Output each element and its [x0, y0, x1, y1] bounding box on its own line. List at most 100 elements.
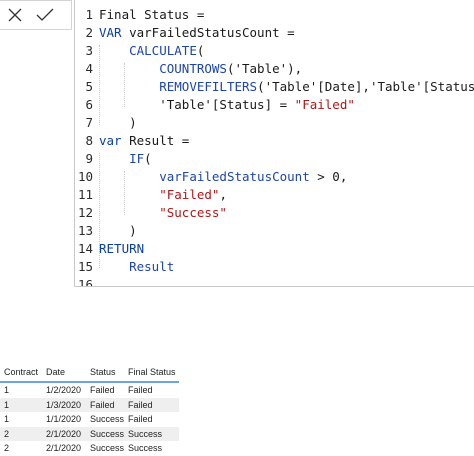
close-icon: [8, 8, 22, 22]
column-header-contract[interactable]: Contract: [0, 362, 42, 383]
line-number: 10: [77, 169, 93, 184]
line-number: 16: [77, 277, 93, 287]
code-token: > 0,: [309, 169, 348, 184]
code-token: COUNTROWS: [159, 61, 227, 76]
code-token: RETURN: [99, 241, 145, 256]
line-number: 7: [85, 115, 93, 130]
cell-final-status: Success: [124, 426, 180, 441]
code-text: varFailedStatusCount > 0,: [99, 168, 347, 186]
commit-button[interactable]: [30, 0, 60, 30]
table-row: 1 1/1/2020 Success Failed: [0, 412, 179, 427]
cell-date: 2/1/2020: [46, 443, 82, 454]
cell-date: 1/1/2020: [46, 414, 82, 425]
code-token: Result: [129, 259, 175, 274]
code-token: var: [99, 133, 122, 148]
formula-bar-buttons: [0, 0, 72, 30]
cell-final-status: Success: [128, 443, 163, 454]
line-number: 8: [85, 133, 93, 148]
code-token: IF: [129, 151, 145, 166]
column-header-date[interactable]: Date: [42, 362, 86, 383]
code-token: (: [196, 43, 205, 58]
code-text: VAR varFailedStatusCount =: [99, 24, 295, 42]
code-text: ): [99, 222, 137, 240]
line-number: 15: [77, 259, 93, 274]
code-text: 'Table'[Status] = "Failed": [99, 96, 355, 114]
code-token: Final Status =: [99, 7, 205, 22]
code-text: ): [99, 114, 137, 132]
code-text: Final Status =: [99, 6, 204, 24]
code-token: "Failed": [159, 187, 220, 202]
cell-contract: 2: [0, 426, 42, 441]
dax-formula-editor[interactable]: 1 Final Status = 2 VAR varFailedStatusCount…: [74, 0, 474, 287]
line-number: 12: [77, 205, 93, 220]
data-table: Contract Date Status Final Status 1 1/2/…: [0, 362, 180, 456]
cell-status: Failed: [90, 385, 115, 396]
line-number: 6: [85, 97, 93, 112]
code-token: REMOVEFILTERS: [159, 79, 258, 94]
cell-final-status: Failed: [124, 397, 180, 412]
table-row: 1 1/2/2020 Failed Failed: [0, 382, 179, 398]
cell-contract: 1: [4, 385, 10, 396]
cell-date: 1/2/2020: [46, 385, 82, 396]
cell-status: Success: [86, 426, 125, 441]
table-header-row: Contract Date Status Final Status: [0, 362, 180, 383]
checkmark-icon: [36, 8, 54, 21]
cell-contract: 1: [4, 414, 10, 425]
code-token: CALCULATE: [129, 43, 197, 58]
table-row: 2 2/1/2020 Success Success: [0, 441, 179, 456]
line-number: 2: [85, 25, 93, 40]
code-text: IF(: [99, 150, 152, 168]
code-token: varFailedStatusCount =: [121, 25, 295, 40]
code-token: ('Table'[Date],'Table'[Status]),: [257, 79, 474, 94]
cell-status: Success: [90, 443, 125, 454]
cell-date: 1/3/2020: [42, 397, 86, 412]
line-number: 14: [77, 241, 93, 256]
code-text: var Result =: [99, 132, 189, 150]
line-number: 1: [85, 7, 93, 22]
code-text: COUNTROWS('Table'),: [99, 60, 302, 78]
cancel-button[interactable]: [0, 0, 30, 30]
table-row: 2 2/1/2020 Success Success: [0, 426, 180, 441]
code-token: "Success": [159, 205, 227, 220]
cell-date: 2/1/2020: [42, 426, 86, 441]
code-text: REMOVEFILTERS('Table'[Date],'Table'[Stat…: [99, 78, 474, 96]
code-text: RETURN: [99, 240, 144, 258]
code-text: "Success": [99, 204, 227, 222]
code-token: VAR: [99, 25, 122, 40]
code-text: "Failed",: [99, 186, 227, 204]
code-token: ,: [219, 187, 227, 202]
cell-final-status: Failed: [128, 414, 153, 425]
line-number: 3: [85, 43, 93, 58]
code-token: ): [99, 223, 137, 238]
column-header-final-status[interactable]: Final Status: [124, 362, 180, 383]
line-number: 5: [85, 79, 93, 94]
line-number: 9: [85, 151, 93, 166]
cell-final-status: Failed: [128, 385, 153, 396]
cell-contract: 2: [4, 443, 10, 454]
code-token: varFailedStatusCount: [159, 169, 310, 184]
code-text: Result: [99, 258, 174, 276]
line-number: 11: [77, 187, 93, 202]
code-token: ): [99, 115, 137, 130]
cell-status: Success: [90, 414, 125, 425]
code-token: (: [144, 151, 152, 166]
code-token: "Failed": [294, 97, 355, 112]
code-token: Result =: [121, 133, 190, 148]
table-row: 1 1/3/2020 Failed Failed: [0, 397, 180, 412]
cell-status: Failed: [86, 397, 125, 412]
code-token: ('Table'),: [226, 61, 303, 76]
line-number: 13: [77, 223, 93, 238]
column-header-status[interactable]: Status: [86, 362, 125, 383]
code-token: 'Table'[Status] =: [99, 97, 295, 112]
cell-contract: 1: [0, 397, 42, 412]
code-text: CALCULATE(: [99, 42, 204, 60]
line-number: 4: [85, 61, 93, 76]
